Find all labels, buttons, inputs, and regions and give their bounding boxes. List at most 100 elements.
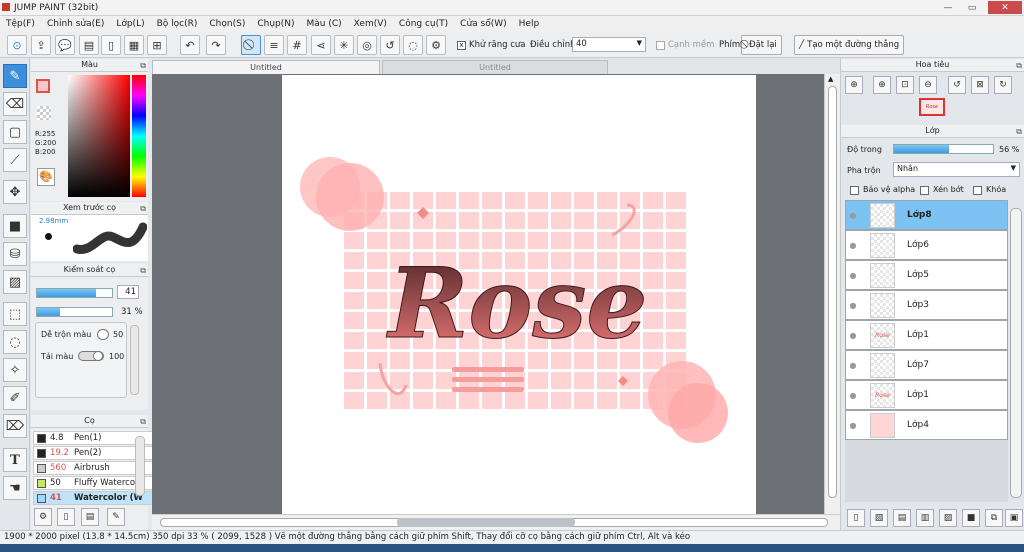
- fill-rect-tool-icon[interactable]: ■: [3, 214, 27, 238]
- layer-row[interactable]: ● Lớp5: [845, 260, 1008, 290]
- visibility-icon[interactable]: ●: [846, 241, 860, 250]
- zoom-out-icon[interactable]: ⊖: [919, 76, 937, 94]
- hue-slider[interactable]: [132, 75, 146, 197]
- new-layer-icon[interactable]: ▯: [847, 509, 865, 527]
- delete-layer-icon[interactable]: ▣: [1005, 509, 1023, 527]
- brush-size-input[interactable]: 41: [117, 285, 139, 299]
- new-brush-icon[interactable]: ▯: [57, 508, 75, 526]
- new-folder-icon[interactable]: ■: [962, 509, 980, 527]
- gradient-tool-icon[interactable]: ▨: [3, 270, 27, 294]
- comment-icon[interactable]: 💬: [55, 35, 75, 55]
- perspective-snap-icon[interactable]: ⋖: [311, 35, 331, 55]
- clip-checkbox[interactable]: [920, 186, 929, 195]
- line-tool-icon[interactable]: ⟋: [3, 148, 27, 172]
- move-tool-icon[interactable]: ✥: [3, 180, 27, 204]
- rotate-reset-icon[interactable]: ⊠: [971, 76, 989, 94]
- hand-tool-icon[interactable]: ☚: [3, 476, 27, 500]
- horizontal-scroll-grip[interactable]: [397, 518, 575, 527]
- menu-tools[interactable]: Công cụ(T): [393, 19, 454, 29]
- antialias-checkbox[interactable]: x: [457, 41, 466, 50]
- saturation-field[interactable]: [68, 75, 130, 197]
- message-icon[interactable]: ▤: [79, 35, 99, 55]
- redo-icon[interactable]: ↷: [206, 35, 226, 55]
- minimize-button[interactable]: —: [938, 1, 958, 14]
- panel-popout-icon[interactable]: ⧉: [140, 60, 146, 72]
- blend-mode-select[interactable]: Nhân ▼: [893, 162, 1020, 177]
- panel-popout-icon[interactable]: ⧉: [140, 203, 146, 215]
- magic-wand-icon[interactable]: ✧: [3, 358, 27, 382]
- transparent-swatch[interactable]: [37, 106, 51, 120]
- layer-row[interactable]: ● Lớp3: [845, 290, 1008, 320]
- layer-row[interactable]: ● Lớp6: [845, 230, 1008, 260]
- panel-popout-icon[interactable]: ⧉: [140, 265, 146, 277]
- menu-color[interactable]: Màu (C): [301, 19, 348, 29]
- menu-capture[interactable]: Chụp(N): [251, 19, 300, 29]
- rotate-right-icon[interactable]: ↻: [994, 76, 1012, 94]
- close-button[interactable]: ✕: [988, 1, 1022, 14]
- visibility-icon[interactable]: ●: [846, 211, 860, 220]
- visibility-icon[interactable]: ●: [846, 391, 860, 400]
- lock-checkbox[interactable]: [973, 186, 982, 195]
- menu-select[interactable]: Chọn(S): [203, 19, 251, 29]
- undo-icon[interactable]: ↶: [180, 35, 200, 55]
- share-icon[interactable]: ⇪: [31, 35, 51, 55]
- panel-popout-icon[interactable]: ⧉: [1016, 60, 1022, 72]
- visibility-icon[interactable]: ●: [846, 271, 860, 280]
- ellipse-snap-icon[interactable]: ◌: [403, 35, 423, 55]
- canvas-viewport[interactable]: Rose: [152, 74, 824, 514]
- layer-row[interactable]: ● Lớp7: [845, 350, 1008, 380]
- menu-layer[interactable]: Lớp(L): [110, 19, 150, 29]
- document-icon[interactable]: ▦: [124, 35, 144, 55]
- straight-line-button[interactable]: ╱ Tạo một đường thẳng: [794, 35, 905, 55]
- layer-row-selected[interactable]: ● Lớp8: [845, 200, 1008, 230]
- panel-popout-icon[interactable]: ⧉: [140, 416, 146, 428]
- brush-control-scrollbar[interactable]: [130, 325, 139, 395]
- navigator-thumbnail[interactable]: Rose: [919, 98, 945, 116]
- new-halftone-layer-icon[interactable]: ▤: [893, 509, 911, 527]
- adjust-input[interactable]: 40 ▼: [572, 37, 646, 52]
- menu-window[interactable]: Cửa sổ(W): [454, 19, 512, 29]
- select-rect-icon[interactable]: ⬚: [3, 302, 27, 326]
- rectangle-tool-icon[interactable]: ▢: [3, 120, 27, 144]
- menu-view[interactable]: Xem(V): [348, 19, 393, 29]
- fit-window-icon[interactable]: ⊡: [896, 76, 914, 94]
- blend-toggle[interactable]: [97, 329, 109, 340]
- menu-file[interactable]: Tệp(F): [0, 19, 41, 29]
- vertical-scroll-thumb[interactable]: [828, 86, 837, 498]
- new-8bit-layer-icon[interactable]: ▥: [916, 509, 934, 527]
- no-snap-icon[interactable]: ⃠: [241, 35, 261, 55]
- panel-popout-icon[interactable]: ⧉: [1016, 126, 1022, 138]
- brush-menu-icon[interactable]: ▤: [81, 508, 99, 526]
- parallel-snap-icon[interactable]: ≡: [264, 35, 284, 55]
- scroll-up-icon[interactable]: ▲: [828, 75, 833, 83]
- smooth-checkbox[interactable]: [656, 41, 665, 50]
- grid-layout-icon[interactable]: ⊞: [147, 35, 167, 55]
- protect-alpha-checkbox[interactable]: [850, 186, 859, 195]
- rotate-left-icon[interactable]: ↺: [948, 76, 966, 94]
- visibility-icon[interactable]: ●: [846, 361, 860, 370]
- brush-tool-icon[interactable]: ✎: [3, 64, 27, 88]
- brush-size-slider[interactable]: [36, 288, 113, 298]
- palette-icon[interactable]: 🎨: [37, 168, 55, 186]
- zoom-in-icon[interactable]: ⊕: [873, 76, 891, 94]
- tab-untitled-inactive[interactable]: Untitled: [382, 60, 608, 74]
- text-tool-icon[interactable]: T: [3, 448, 27, 472]
- menu-edit[interactable]: Chỉnh sửa(E): [41, 19, 110, 29]
- maximize-button[interactable]: ▭: [962, 1, 982, 14]
- menu-filter[interactable]: Bộ lọc(R): [151, 19, 204, 29]
- brush-opacity-slider[interactable]: [36, 307, 113, 317]
- curve-snap-icon[interactable]: ↺: [380, 35, 400, 55]
- bucket-tool-icon[interactable]: ⛁: [3, 242, 27, 266]
- new-color-layer-icon[interactable]: ▧: [870, 509, 888, 527]
- reload-toggle[interactable]: [78, 351, 104, 361]
- layer-row[interactable]: ● Rose Lớp1: [845, 320, 1008, 350]
- canvas-horizontal-scrollbar[interactable]: [152, 514, 840, 530]
- brush-list-scrollbar[interactable]: [135, 436, 145, 496]
- zoom-fit-icon[interactable]: ⊕: [845, 76, 863, 94]
- circle-snap-icon[interactable]: ◎: [357, 35, 377, 55]
- main-color-swatch[interactable]: [36, 79, 50, 93]
- select-pen-icon[interactable]: ✐: [3, 386, 27, 410]
- new-canvas-icon[interactable]: ⊙: [7, 35, 27, 55]
- layer-list-scrollbar[interactable]: [1010, 208, 1022, 498]
- visibility-icon[interactable]: ●: [846, 421, 860, 430]
